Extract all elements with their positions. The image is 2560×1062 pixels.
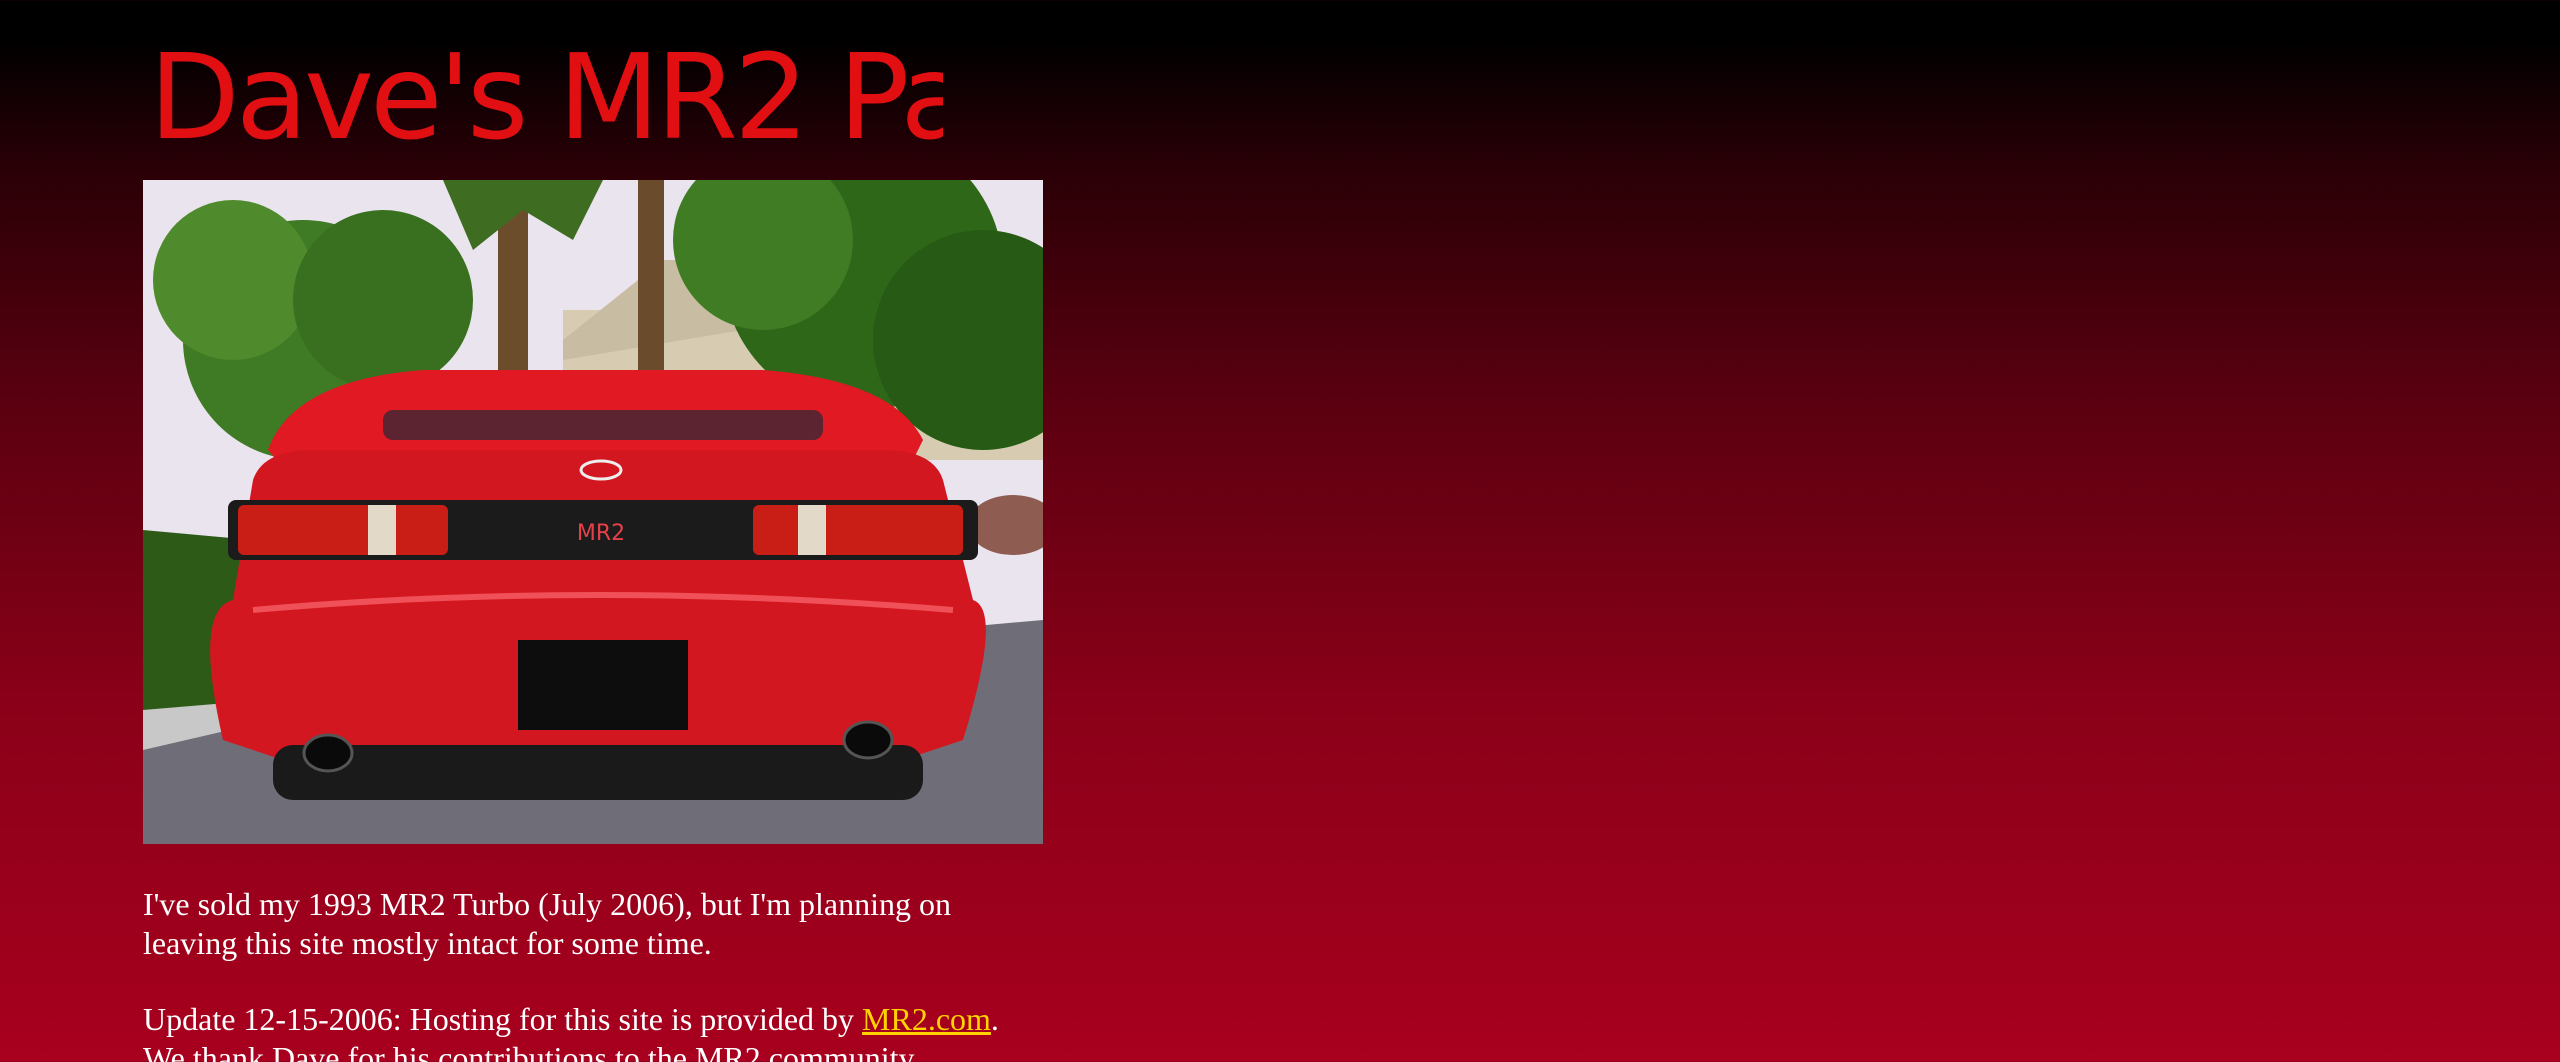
license-plate [518,640,688,730]
car: MR2 [210,370,986,800]
car-badge: MR2 [577,521,625,546]
hosting-update-prefix: Update 12-15-2006: Hosting for this site… [143,1001,863,1037]
sold-notice: I've sold my 1993 MR2 Turbo (July 2006),… [143,886,951,961]
site-logo-text: Dave's MR2 Pages [149,30,943,166]
hero-photo: MR2 [143,180,1043,844]
mr2-com-link[interactable]: MR2.com [862,1001,991,1037]
site-logo: Dave's MR2 Pages [149,30,943,166]
hosting-update: Update 12-15-2006: Hosting for this site… [143,1000,1043,1062]
main-content: I've sold my 1993 MR2 Turbo (July 2006),… [143,885,1043,1062]
